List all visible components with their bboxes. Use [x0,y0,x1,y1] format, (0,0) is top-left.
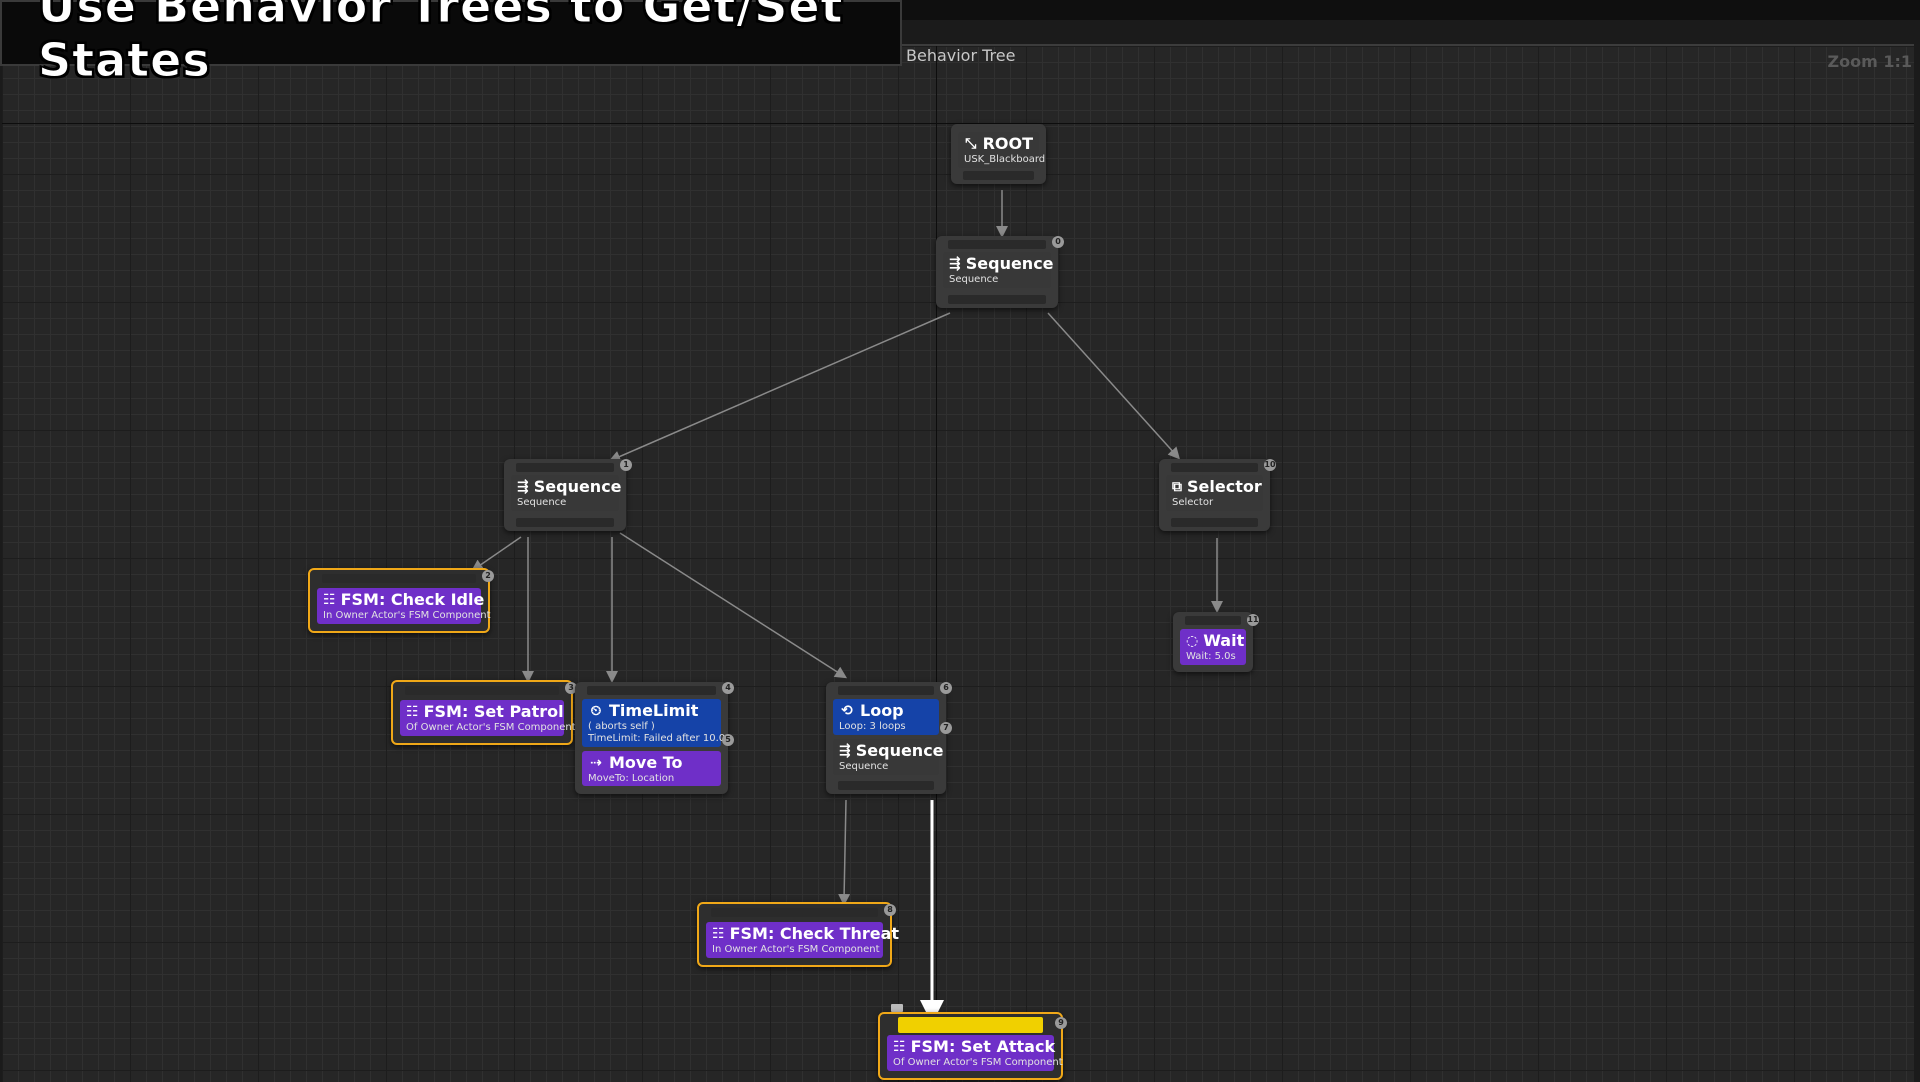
wire-loop-checkthreat [838,799,851,906]
sequence-left-input-pin[interactable] [516,463,614,472]
root-icon: ⤡ [965,136,977,152]
fsm-set-attack-node[interactable]: ☷ FSM: Set Attack Of Owner Actor's FSM Co… [878,1012,1067,1080]
selector-subtitle: Selector [1172,497,1214,508]
check-idle-subtitle: In Owner Actor's FSM Component [323,610,491,621]
sequence-node-left[interactable]: ⇶ Sequence Sequence 1 [504,459,632,531]
sequence-main-subtitle: Sequence [949,274,999,285]
wait-subtitle: Wait: 5.0s [1186,651,1236,662]
banner-title: Use Behavior Trees to Get/Set States [38,0,844,88]
fsm-set-patrol-node[interactable]: ☷ FSM: Set Patrol Of Owner Actor's FSM Co… [391,680,577,745]
set-patrol-title: FSM: Set Patrol [423,702,564,721]
execution-order-badge: 7 [940,722,952,734]
breakpoint-icon[interactable] [891,1004,903,1012]
set-attack-subtitle: Of Owner Actor's FSM Component [893,1057,1063,1068]
fsm-icon: ☷ [406,704,419,720]
sequence-left-output-pin[interactable] [516,518,614,527]
sequence-icon: ⇶ [949,256,961,272]
root-title: ROOT [982,134,1033,153]
sequence-node-main[interactable]: ⇶ Sequence Sequence 0 [936,236,1064,308]
wait-title: Wait [1203,631,1245,650]
loop-icon: ⟲ [841,703,853,719]
check-threat-subtitle: In Owner Actor's FSM Component [712,944,880,955]
selector-output-pin[interactable] [1171,518,1258,527]
execution-order-badge: 0 [1052,236,1064,248]
execution-order-badge: 6 [940,682,952,694]
sequence-left-subtitle: Sequence [517,497,567,508]
wait-node[interactable]: ◌ Wait Wait: 5.0s 11 [1173,612,1259,672]
move-icon: ⇢ [590,755,602,771]
check-idle-title: FSM: Check Idle [340,590,485,609]
loop-sequence-node[interactable]: ⟲ Loop Loop: 3 loops ⇶ Sequence Sequence 6… [826,682,952,794]
move-to-subtitle: MoveTo: Location [588,773,675,784]
selector-node[interactable]: ⧉ Selector Selector 10 [1159,459,1276,531]
fsm-check-idle-node[interactable]: ☷ FSM: Check Idle In Owner Actor's FSM Co… [308,568,494,633]
set-patrol-input-pin[interactable] [405,686,559,695]
execution-order-badge: 2 [482,570,494,582]
sequence-main-input-pin[interactable] [948,240,1046,249]
execution-order-badge: 10 [1264,459,1276,471]
check-threat-title: FSM: Check Threat [729,924,900,943]
timelimit-input-pin[interactable] [587,686,716,695]
sequence-icon: ⇶ [839,743,851,759]
loop-subtitle: Loop: 3 loops [839,721,906,732]
move-to-title: Move To [609,753,683,772]
timelimit-decorator[interactable]: ⏲ TimeLimit ( aborts self ) TimeLimit: Fa… [582,699,731,747]
selector-title: Selector [1187,477,1262,496]
timelimit-moveto-node[interactable]: ⏲ TimeLimit ( aborts self ) TimeLimit: Fa… [575,682,734,794]
execution-order-badge: 9 [1055,1017,1067,1029]
timer-icon: ⏲ [590,703,602,719]
wait-icon: ◌ [1186,633,1199,649]
move-to-task[interactable]: ⇢ Move To MoveTo: Location [582,751,721,786]
execution-order-badge: 11 [1247,614,1259,626]
set-patrol-subtitle: Of Owner Actor's FSM Component [406,722,576,733]
selector-icon: ⧉ [1172,479,1182,495]
sequence-icon: ⇶ [517,479,529,495]
execution-order-badge: 4 [722,682,734,694]
execution-order-badge: 1 [620,459,632,471]
tutorial-banner: Use Behavior Trees to Get/Set States [0,0,902,88]
wire-seqleft-checkidle [471,536,522,572]
wait-input-pin[interactable] [1185,616,1241,625]
loop-input-pin[interactable] [838,686,934,695]
sequence-main-title: Sequence [965,254,1054,273]
wire-seq-seqleft [608,312,951,463]
wire-seq-selector [1047,312,1181,460]
active-node-highlight [898,1017,1043,1033]
timelimit-abort-mode: ( aborts self ) [588,721,655,732]
root-subtitle: USK_Blackboard [964,154,1046,165]
check-threat-input-pin[interactable] [711,908,878,917]
wire-seqleft-loop [619,532,848,679]
fsm-icon: ☷ [893,1039,906,1055]
sequence-left-title: Sequence [533,477,622,496]
selector-input-pin[interactable] [1171,463,1258,472]
execution-order-badge: 5 [722,734,734,746]
loop-output-pin[interactable] [838,781,934,790]
root-node[interactable]: ⤡ ROOT USK_Blackboard [951,124,1046,184]
timelimit-description: TimeLimit: Failed after 10.0s [588,733,731,744]
loop-title: Loop [860,701,904,720]
fsm-icon: ☷ [712,926,725,942]
execution-order-badge: 8 [884,904,896,916]
sequence-main-output-pin[interactable] [948,295,1046,304]
behavior-tree-editor: Behavior Tree Zoom 1:1 ⤡ ROOT USK_Blackb… [0,0,1920,1082]
check-idle-input-pin[interactable] [322,574,476,583]
loop-sequence-title: Sequence [855,741,944,760]
fsm-icon: ☷ [323,592,336,608]
loop-decorator[interactable]: ⟲ Loop Loop: 3 loops [833,699,939,735]
root-output-pin[interactable] [963,171,1034,180]
loop-sequence-subtitle: Sequence [839,761,889,772]
timelimit-title: TimeLimit [609,701,699,720]
set-attack-title: FSM: Set Attack [910,1037,1056,1056]
fsm-check-threat-node[interactable]: ☷ FSM: Check Threat In Owner Actor's FSM … [697,902,899,967]
